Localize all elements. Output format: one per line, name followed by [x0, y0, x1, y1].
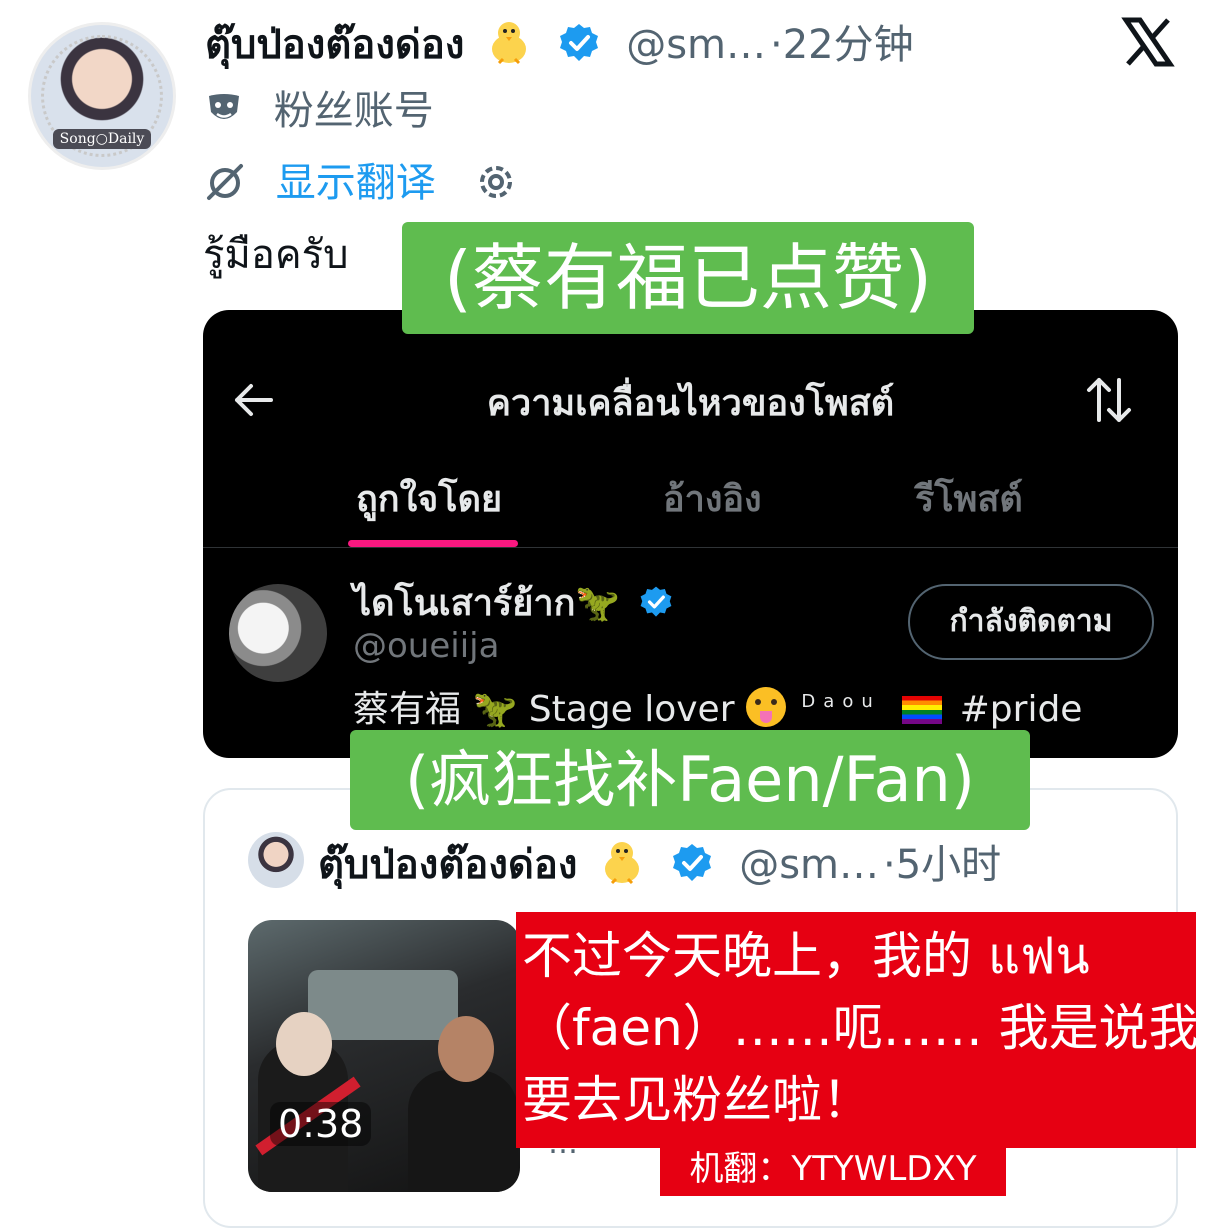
- quoted-post-time: ·5小时: [883, 842, 1002, 888]
- verified-badge-icon: [640, 586, 672, 617]
- bio-text: Stage lover: [528, 689, 735, 730]
- bio-hashtag[interactable]: #pride: [960, 689, 1083, 730]
- tab-quotes[interactable]: อ้างอิง: [663, 470, 762, 527]
- author-name[interactable]: ตุ๊บป่องต๊องด่อง: [205, 22, 464, 68]
- tongue-emoji-icon: [745, 687, 786, 727]
- author-handle[interactable]: @sm…: [626, 22, 766, 68]
- fan-account-row: 粉丝账号: [205, 78, 434, 136]
- face-left: [276, 1012, 332, 1076]
- liker-bio: 蔡有福 🦖 Stage lover Daou #pride: [353, 680, 1082, 732]
- quoted-author-name[interactable]: ตุ๊บป่องต๊องด่อง: [318, 842, 577, 888]
- chick-emoji-icon: [492, 22, 527, 65]
- tab-divider: [203, 547, 1178, 548]
- x-logo-icon[interactable]: [1120, 14, 1176, 70]
- search-annotation: (疯狂找补Faen/Fan): [350, 730, 1030, 830]
- translation-credit: 机翻：YTYWLDXY: [660, 1142, 1006, 1196]
- car-window: [308, 970, 458, 1040]
- quoted-author-handle[interactable]: @sm…: [739, 842, 879, 888]
- post-time: ·22分钟: [770, 22, 914, 68]
- liker-handle[interactable]: @oueiija: [353, 626, 499, 666]
- bio-name: 蔡有福: [353, 689, 462, 730]
- following-button[interactable]: กำลังติดตาม: [908, 584, 1154, 660]
- author-name-row: ตุ๊บป่องต๊องด่อง @sm… ·22分钟: [205, 12, 914, 76]
- face-right: [438, 1016, 494, 1082]
- translate-off-icon: [207, 164, 243, 200]
- fan-account-label: 粉丝账号: [273, 88, 434, 134]
- tweet-text: รู้มือครับ: [203, 232, 349, 278]
- bio-daou: Daou: [801, 691, 881, 712]
- quoted-author-row: ตุ๊บป่องต๊องด่อง @sm… ·5小时: [318, 832, 1001, 896]
- liker-name-row: ไดโนเสาร์ย้าก🦖: [353, 574, 673, 631]
- person-right: [408, 1070, 518, 1192]
- tab-liked-by[interactable]: ถูกใจโดย: [356, 470, 502, 527]
- verified-badge-icon: [560, 24, 599, 61]
- active-tab-indicator: [348, 540, 518, 547]
- liker-name[interactable]: ไดโนเสาร์ย้าก🦖: [353, 583, 620, 624]
- dinosaur-emoji-icon: 🦖: [472, 689, 518, 730]
- show-translation-link[interactable]: 显示翻译: [276, 160, 436, 206]
- subtitle-line: 不过今天晚上，我的 แฟน: [522, 927, 1090, 985]
- video-duration: 0:38: [270, 1102, 372, 1146]
- subtitle-line: （faen）……呃…… 我是说我: [522, 999, 1199, 1057]
- post-activity-title: ความเคลื่อนไหวของโพสต์: [486, 383, 895, 424]
- liker-avatar[interactable]: [229, 584, 327, 682]
- embedded-screenshot: ความเคลื่อนไหวของโพสต์ ถูกใจโดย อ้างอิง …: [203, 310, 1178, 758]
- subtitle-box: 不过今天晚上，我的 แฟน （faen）……呃…… 我是说我 要去见粉丝啦！: [516, 912, 1199, 1148]
- sort-arrows-icon[interactable]: [1083, 374, 1135, 426]
- avatar-tag: Song○Daily: [53, 129, 151, 149]
- theater-mask-icon: [209, 94, 239, 119]
- video-thumbnail[interactable]: [248, 920, 520, 1192]
- quoted-author-avatar[interactable]: [248, 832, 304, 888]
- author-avatar[interactable]: Song○Daily: [28, 22, 176, 170]
- verified-badge-icon: [673, 844, 712, 881]
- translate-row: 显示翻译: [205, 150, 518, 208]
- tab-reposts[interactable]: รีโพสต์: [915, 470, 1023, 527]
- liked-annotation: (蔡有福已点赞): [402, 222, 974, 334]
- gear-icon[interactable]: [474, 160, 518, 204]
- subtitle-line: 要去见粉丝啦！: [522, 1071, 872, 1129]
- rainbow-flag-icon: [902, 696, 943, 724]
- chick-emoji-icon: [605, 842, 640, 885]
